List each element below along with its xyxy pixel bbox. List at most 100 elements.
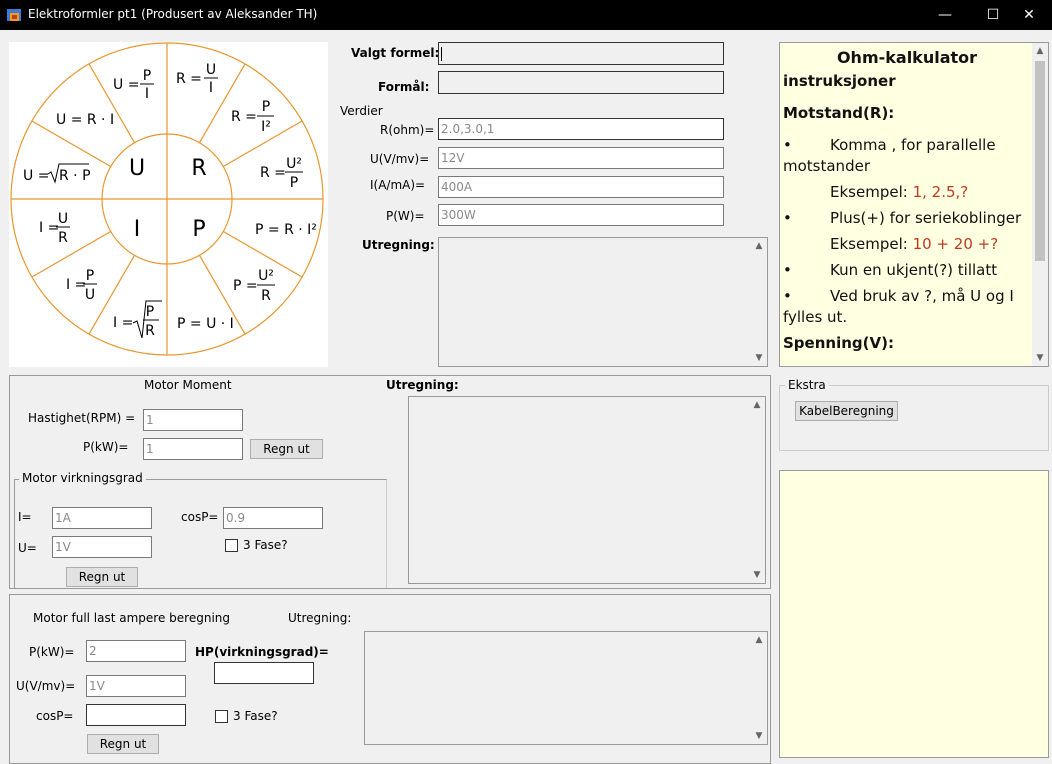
formula-p-u-i[interactable]: P = U · I (177, 316, 234, 332)
formula-u-p-over-i[interactable]: U = P I (113, 68, 154, 102)
center-u[interactable]: U (129, 156, 145, 181)
formula-wheel-svg: U R I P U = P I R = U I R = P I² R = U² (10, 42, 324, 356)
center-i[interactable]: I (134, 217, 141, 242)
section-spenning: Spenning(V): (783, 334, 894, 352)
instructions-title: Ohm-kalkulator (836, 48, 978, 67)
kabelberegning-button[interactable]: KabelBeregning (795, 401, 898, 421)
svg-text:P: P (290, 175, 298, 191)
svg-text:U²: U² (286, 156, 302, 172)
full-last-scrollbar[interactable]: ▲ ▼ (751, 632, 767, 744)
fl-pkw-label: P(kW)= (29, 645, 75, 659)
example-parallel: 1, 2.5,? (912, 183, 969, 201)
fl-3fase-checkbox[interactable] (215, 710, 228, 723)
formula-u-r-i[interactable]: U = R · I (56, 112, 114, 128)
fl-hp-input[interactable] (214, 662, 314, 684)
formula-r-u-over-i[interactable]: R = U I (176, 62, 218, 96)
instructions-scrollbar[interactable]: ▲ ▼ (1032, 43, 1048, 366)
wheel-spoke (31, 230, 112, 278)
formal-label: Formål: (378, 80, 430, 94)
svg-text:I =: I = (66, 277, 86, 293)
ekstra-output[interactable] (779, 470, 1049, 758)
svg-text:U =: U = (113, 77, 139, 93)
svg-text:P: P (86, 268, 94, 284)
svg-text:P: P (146, 304, 154, 320)
svg-text:R =: R = (231, 109, 257, 125)
hastighet-label: Hastighet(RPM) = (28, 411, 136, 425)
instructions-subtitle: instruksjoner (783, 72, 896, 90)
formula-u-sqrt-rp[interactable]: U = R · P (23, 163, 91, 184)
utregning-label: Utregning: (362, 238, 435, 252)
svg-text:U =: U = (23, 168, 49, 184)
formal-field[interactable] (438, 71, 724, 94)
p-w-input[interactable]: 300W (438, 204, 724, 226)
scroll-down-icon[interactable]: ▼ (749, 567, 765, 583)
scroll-thumb[interactable] (1035, 61, 1045, 261)
scroll-up-icon[interactable]: ▲ (751, 632, 767, 648)
full-last-utregning-label: Utregning: (288, 611, 352, 625)
fl-cos-input[interactable] (86, 704, 186, 726)
bullet: • (783, 136, 792, 154)
formula-p-r-i2[interactable]: P = R · I² (255, 222, 317, 238)
i-ama-input[interactable]: 400A (438, 176, 724, 198)
virkningsgrad-title: Motor virkningsgrad (19, 471, 146, 485)
instructions-panel[interactable]: Ohm-kalkulator instruksjoner Motstand(R)… (779, 42, 1049, 367)
center-p[interactable]: P (192, 217, 205, 242)
bullet: • (783, 287, 792, 305)
full-last-output[interactable]: ▲ ▼ (364, 631, 768, 745)
virk-3fase-label: 3 Fase? (243, 538, 288, 552)
utregning-output[interactable]: ▲ ▼ (438, 237, 768, 367)
scroll-down-icon[interactable]: ▼ (1032, 350, 1048, 366)
regn-ut-virk-button[interactable]: Regn ut (66, 567, 138, 587)
regn-ut-full-last-button[interactable]: Regn ut (87, 734, 159, 754)
virk-u-input[interactable]: 1V (52, 536, 152, 558)
motor-moment-output[interactable]: ▲ ▼ (408, 396, 766, 584)
pkw-label: P(kW)= (83, 440, 129, 454)
minimize-button[interactable]: — (922, 0, 968, 30)
center-r[interactable]: R (191, 156, 206, 181)
moment-scrollbar[interactable]: ▲ ▼ (749, 397, 765, 583)
hastighet-input[interactable]: 1 (143, 409, 243, 431)
formula-r-u2-over-p[interactable]: R = U² P (260, 156, 303, 191)
svg-text:U: U (58, 211, 68, 227)
virk-3fase-checkbox[interactable] (225, 539, 238, 552)
svg-text:P: P (143, 68, 151, 84)
svg-text:I²: I² (261, 119, 271, 135)
r-ohm-input[interactable]: 2.0,3.0,1 (438, 118, 724, 140)
svg-text:R =: R = (176, 71, 202, 87)
svg-text:I =: I = (113, 315, 133, 331)
scroll-down-icon[interactable]: ▼ (751, 728, 767, 744)
valgt-formel-label: Valgt formel: (351, 46, 440, 60)
formula-wheel: U R I P U = P I R = U I R = P I² R = U² (9, 42, 328, 367)
formula-r-p-over-i2[interactable]: R = P I² (231, 99, 274, 135)
svg-text:P: P (262, 99, 270, 115)
virk-cos-input[interactable]: 0.9 (223, 507, 323, 529)
app-icon (6, 7, 22, 23)
scroll-down-icon[interactable]: ▼ (751, 350, 767, 366)
pkw-input[interactable]: 1 (143, 438, 243, 460)
scroll-up-icon[interactable]: ▲ (1032, 43, 1048, 59)
close-button[interactable]: ✕ (1006, 0, 1052, 30)
regn-ut-moment-button[interactable]: Regn ut (250, 439, 323, 459)
instr-ved-bruk: Ved bruk av ?, må U og I (830, 287, 1014, 305)
u-vmv-input[interactable]: 12V (438, 147, 724, 169)
valgt-formel-field[interactable] (438, 42, 724, 65)
virk-i-label: I= (18, 510, 32, 524)
scroll-up-icon[interactable]: ▲ (751, 238, 767, 254)
virk-cos-label: cosP= (181, 510, 219, 524)
fl-pkw-input[interactable]: 2 (86, 640, 186, 662)
formula-i-u-over-r[interactable]: I = U R (39, 211, 70, 246)
example-label: Eksempel: 1, 2.5,? (830, 183, 969, 201)
fl-3fase-label: 3 Fase? (233, 709, 278, 723)
example-label: Eksempel: 10 + 20 +? (830, 235, 999, 253)
scroll-up-icon[interactable]: ▲ (749, 397, 765, 413)
p-w-label: P(W)= (386, 209, 425, 223)
formula-i-sqrt-p-over-r[interactable]: I = P R (113, 300, 162, 339)
fl-u-input[interactable]: 1V (86, 675, 186, 697)
svg-text:I: I (209, 80, 213, 96)
utregning-scrollbar[interactable]: ▲ ▼ (751, 238, 767, 366)
formula-i-p-over-u[interactable]: I = P U (66, 268, 97, 303)
virk-i-input[interactable]: 1A (52, 507, 152, 529)
svg-text:R =: R = (260, 165, 286, 181)
svg-text:U: U (85, 287, 95, 303)
formula-p-u2-over-r[interactable]: P = U² R (233, 268, 275, 304)
